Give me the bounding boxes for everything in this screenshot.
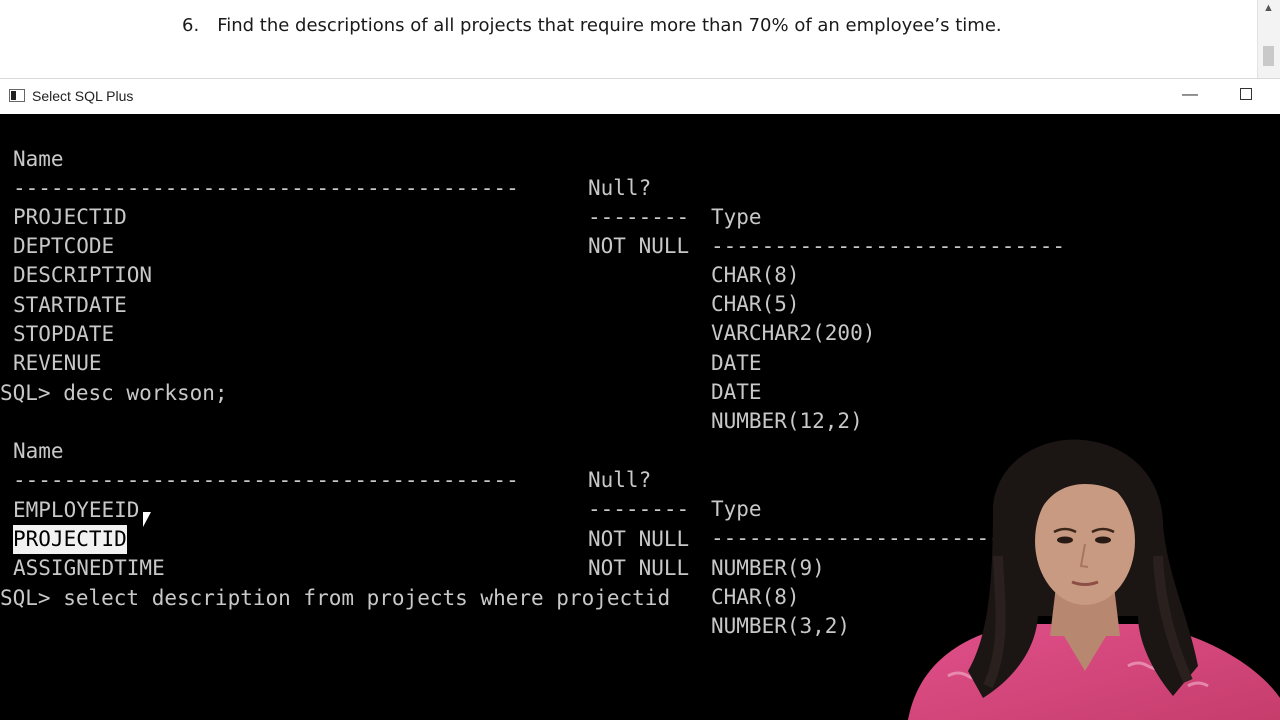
maximize-icon — [1240, 88, 1252, 100]
window-titlebar[interactable]: Select SQL Plus — — [0, 79, 1280, 114]
column-type: NUMBER(9) — [711, 556, 825, 580]
table-row: REVENUE NUMBER(12,2) — [0, 320, 863, 433]
header-null: Null? — [588, 468, 652, 492]
table-row: EMPLOYEEID NOT NULL NUMBER(9) — [0, 467, 825, 580]
column-type: CHAR(8) — [711, 263, 800, 287]
minimize-button[interactable]: — — [1179, 82, 1201, 108]
document-viewer: 6. Find the descriptions of all projects … — [0, 0, 1280, 79]
column-type: CHAR(8) — [711, 585, 800, 609]
console-divider-row: ----------------------------------------… — [0, 437, 1065, 550]
divider-null: -------- — [588, 497, 690, 521]
divider-type: ---------------------------- — [711, 234, 1066, 258]
header-null: Null? — [588, 176, 652, 200]
console-header-row: Name Null? Type — [0, 408, 762, 521]
table-row: PROJECTID NOT NULL CHAR(8) — [0, 496, 800, 609]
divider-name: ---------------------------------------- — [13, 176, 519, 200]
header-type: Type — [711, 497, 762, 521]
column-type: VARCHAR2(200) — [711, 321, 876, 345]
header-type: Type — [711, 205, 762, 229]
column-type: NUMBER(12,2) — [711, 409, 863, 433]
column-type: DATE — [711, 380, 762, 404]
window-title: Select SQL Plus — [32, 88, 134, 104]
question-line: 6. Find the descriptions of all projects … — [182, 15, 1002, 36]
column-name: ASSIGNEDTIME — [13, 556, 165, 580]
document-scrollbar[interactable]: ▲ — [1257, 0, 1280, 78]
column-type: NUMBER(3,2) — [711, 614, 851, 638]
table-row: STOPDATE DATE — [0, 291, 762, 404]
column-type: DATE — [711, 351, 762, 375]
scrollbar-thumb[interactable] — [1263, 46, 1274, 66]
minimize-icon: — — [1182, 86, 1198, 103]
column-null: NOT NULL — [588, 234, 690, 258]
console-prompt: SQL> desc workson; — [0, 381, 228, 405]
mouse-pointer-icon — [143, 512, 151, 527]
table-row: ASSIGNEDTIME NUMBER(3,2) — [0, 525, 850, 638]
table-row: DESCRIPTION VARCHAR2(200) — [0, 232, 875, 345]
column-name: REVENUE — [13, 351, 102, 375]
webcam-overlay — [908, 439, 1280, 720]
column-null: NOT NULL — [588, 527, 690, 551]
question-text: Find the descriptions of all projects th… — [217, 15, 1002, 36]
sqlplus-app-icon — [9, 89, 25, 102]
question-number: 6. — [182, 15, 200, 36]
console-input-line[interactable]: SQL> select description from projects wh… — [0, 584, 670, 613]
console-header-row: Name Null? Type — [0, 116, 762, 229]
divider-null: -------- — [588, 205, 690, 229]
console-divider-row: ----------------------------------------… — [0, 145, 1065, 258]
table-row: DEPTCODE CHAR(5) — [0, 203, 800, 316]
table-row: STARTDATE DATE — [0, 262, 762, 375]
column-type: CHAR(5) — [711, 292, 800, 316]
table-row: PROJECTID NOT NULL CHAR(8) — [0, 174, 800, 287]
maximize-button[interactable] — [1234, 85, 1258, 109]
divider-name: ---------------------------------------- — [13, 468, 519, 492]
column-null: NOT NULL — [588, 556, 690, 580]
scroll-up-icon[interactable]: ▲ — [1263, 2, 1274, 14]
